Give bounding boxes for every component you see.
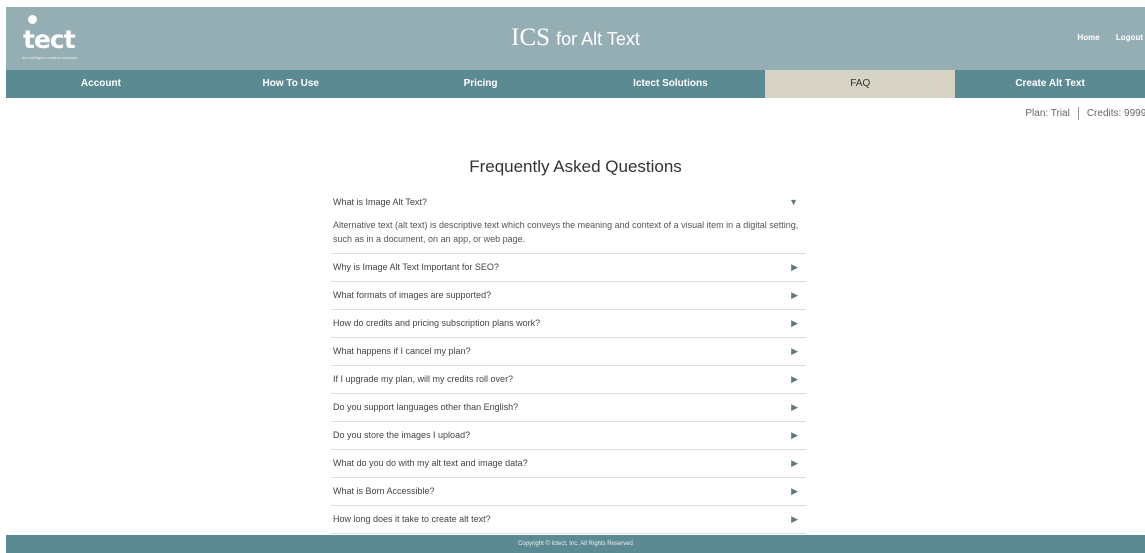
faq-item: Why is Image Alt Text Important for SEO?… xyxy=(331,254,806,282)
faq-list: What is Image Alt Text? ▼ Alternative te… xyxy=(331,189,806,534)
plan-info: Plan: Trial Credits: 9999900 xyxy=(1025,107,1145,120)
faq-question-text: How do credits and pricing subscription … xyxy=(333,318,541,328)
plan-separator xyxy=(1077,107,1079,120)
chevron-right-icon[interactable]: ▶ xyxy=(791,254,798,281)
app-title: ICS for Alt Text xyxy=(6,24,1145,52)
nav-item-how-to-use[interactable]: How To Use xyxy=(196,70,386,98)
faq-question-text: If I upgrade my plan, will my credits ro… xyxy=(333,374,514,384)
faq-question-text: Do you support languages other than Engl… xyxy=(333,402,519,412)
chevron-right-icon[interactable]: ▶ xyxy=(791,282,798,309)
chevron-right-icon[interactable]: ▶ xyxy=(791,338,798,365)
chevron-down-icon[interactable]: ▼ xyxy=(789,189,798,216)
faq-item: What formats of images are supported? ▶ xyxy=(331,282,806,310)
faq-question[interactable]: How long does it take to create alt text… xyxy=(331,506,806,533)
faq-item: Do you store the images I upload? ▶ xyxy=(331,422,806,450)
faq-question-text: What formats of images are supported? xyxy=(333,290,492,300)
faq-question[interactable]: What do you do with my alt text and imag… xyxy=(331,450,806,477)
faq-answer: Alternative text (alt text) is descripti… xyxy=(333,220,799,244)
nav-item-account[interactable]: Account xyxy=(6,70,196,98)
faq-item: If I upgrade my plan, will my credits ro… xyxy=(331,366,806,394)
nav-item-faq[interactable]: FAQ xyxy=(765,70,956,98)
faq-question[interactable]: Do you support languages other than Engl… xyxy=(331,394,806,421)
chevron-right-icon[interactable]: ▶ xyxy=(791,506,798,533)
faq-question[interactable]: Why is Image Alt Text Important for SEO?… xyxy=(331,254,806,281)
logo-tagline: the intelligent content company xyxy=(22,55,78,60)
chevron-right-icon[interactable]: ▶ xyxy=(791,310,798,337)
footer: Copyright © Ictect, Inc. All Rights Rese… xyxy=(6,535,1145,553)
faq-question-text: What is Image Alt Text? xyxy=(333,197,427,207)
plan-label: Plan: Trial xyxy=(1025,108,1070,120)
faq-question[interactable]: What is Image Alt Text? ▼ xyxy=(331,189,806,216)
nav-item-create-alt-text[interactable]: Create Alt Text xyxy=(955,70,1145,98)
chevron-right-icon[interactable]: ▶ xyxy=(791,394,798,421)
faq-item: What do you do with my alt text and imag… xyxy=(331,450,806,478)
faq-question[interactable]: What happens if I cancel my plan? ▶ xyxy=(331,338,806,365)
faq-question-text: What happens if I cancel my plan? xyxy=(333,346,471,356)
page-title: Frequently Asked Questions xyxy=(469,157,682,176)
faq-question[interactable]: What is Born Accessible? ▶ xyxy=(331,478,806,505)
nav-item-ictect-solutions[interactable]: Ictect Solutions xyxy=(575,70,765,98)
top-links: Home Logout xyxy=(1063,33,1143,42)
faq-item: What happens if I cancel my plan? ▶ xyxy=(331,338,806,366)
app-title-ics: ICS xyxy=(511,24,551,51)
faq-question-text: Do you store the images I upload? xyxy=(333,430,471,440)
app-frame: tect the intelligent content company ICS… xyxy=(6,7,1145,553)
chevron-right-icon[interactable]: ▶ xyxy=(791,422,798,449)
faq-question-text: What is Born Accessible? xyxy=(333,486,435,496)
main-nav: Account How To Use Pricing Ictect Soluti… xyxy=(6,70,1145,98)
faq-question[interactable]: How do credits and pricing subscription … xyxy=(331,310,806,337)
faq-question[interactable]: If I upgrade my plan, will my credits ro… xyxy=(331,366,806,393)
chevron-right-icon[interactable]: ▶ xyxy=(791,450,798,477)
app-title-rest: for Alt Text xyxy=(556,29,640,49)
faq-item: Do you support languages other than Engl… xyxy=(331,394,806,422)
faq-item: What is Born Accessible? ▶ xyxy=(331,478,806,506)
footer-copyright: Copyright © Ictect, Inc. All Rights Rese… xyxy=(518,541,633,547)
nav-item-pricing[interactable]: Pricing xyxy=(386,70,576,98)
faq-question[interactable]: What formats of images are supported? ▶ xyxy=(331,282,806,309)
credits-label: Credits: 9999900 xyxy=(1086,108,1145,120)
faq-question[interactable]: Do you store the images I upload? ▶ xyxy=(331,422,806,449)
chevron-right-icon[interactable]: ▶ xyxy=(791,478,798,505)
header: tect the intelligent content company ICS… xyxy=(6,7,1145,70)
faq-question-text: What do you do with my alt text and imag… xyxy=(333,458,528,468)
faq-question-text: Why is Image Alt Text Important for SEO? xyxy=(333,262,499,272)
home-link[interactable]: Home xyxy=(1077,33,1099,42)
faq-item: How do credits and pricing subscription … xyxy=(331,310,806,338)
faq-item: How long does it take to create alt text… xyxy=(331,506,806,534)
chevron-right-icon[interactable]: ▶ xyxy=(791,366,798,393)
logout-link[interactable]: Logout xyxy=(1116,33,1143,42)
logo-dot-icon xyxy=(28,15,37,24)
faq-item: What is Image Alt Text? ▼ Alternative te… xyxy=(331,189,806,254)
faq-question-text: How long does it take to create alt text… xyxy=(333,514,491,524)
